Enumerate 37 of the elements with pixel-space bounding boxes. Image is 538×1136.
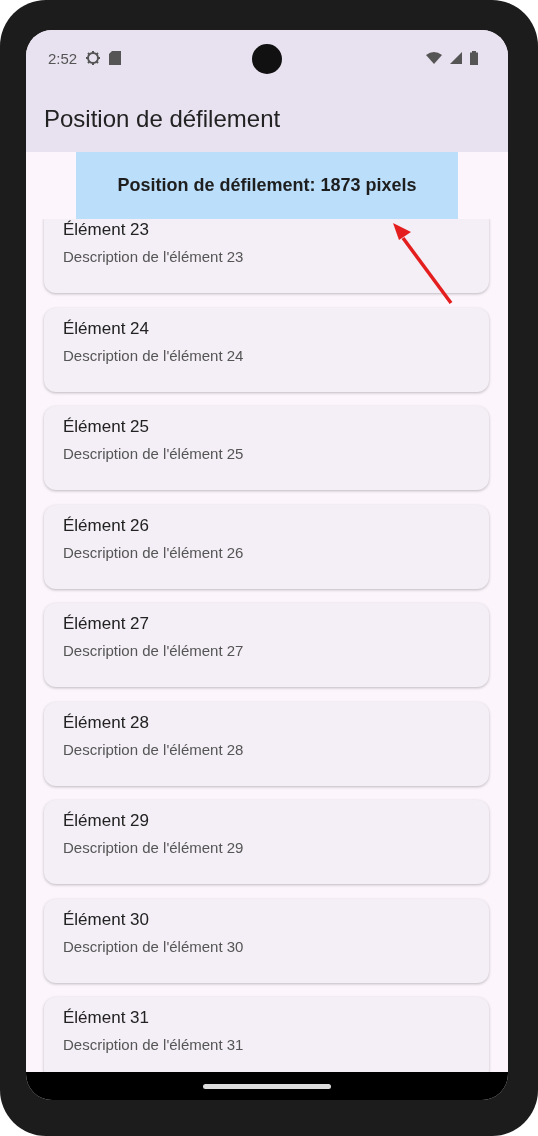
wifi-icon: [426, 52, 442, 64]
item-description: Description de l'élément 26: [63, 543, 245, 561]
item-description: Description de l'élément 23: [63, 248, 245, 265]
battery-icon: [470, 51, 478, 65]
list-card[interactable]: Élément 23 Description de l'élément 23: [44, 219, 489, 293]
list-card[interactable]: Élément 25 Description de l'élément 25: [44, 406, 489, 490]
home-indicator[interactable]: [203, 1083, 331, 1089]
item-description: Description de l'élément 28: [63, 740, 245, 758]
item-title: Élément 23: [63, 220, 150, 240]
item-title: Élément 30: [63, 909, 150, 930]
item-description: Description de l'élément 29: [63, 839, 245, 856]
signal-icon: [450, 52, 462, 64]
item-title: Élément 29: [63, 811, 150, 831]
list-card[interactable]: Élément 26 Description de l'élément 26: [44, 504, 489, 589]
item-description: Description de l'élément 31: [63, 1036, 245, 1053]
item-description: Description de l'élément 27: [63, 642, 245, 659]
item-title: Élément 24: [63, 318, 150, 339]
list-card[interactable]: Élément 27 Description de l'élément 27: [44, 603, 489, 687]
list-card[interactable]: Élément 24 Description de l'élément 24: [44, 307, 489, 392]
item-title: Élément 31: [63, 1008, 150, 1028]
list-card[interactable]: Élément 29 Description de l'élément 29: [44, 800, 489, 884]
item-description: Description de l'élément 30: [63, 937, 245, 955]
item-title: Élément 26: [63, 515, 150, 536]
list-card[interactable]: Élément 28 Description de l'élément 28: [44, 701, 489, 786]
item-title: Élément 28: [63, 712, 150, 733]
item-description: Description de l'élément 24: [63, 346, 245, 364]
item-description: Description de l'élément 25: [63, 445, 245, 462]
status-time: 2:52: [48, 49, 78, 67]
item-title: Élément 25: [63, 417, 150, 437]
item-title: Élément 27: [63, 614, 150, 634]
sd-card-icon: [109, 51, 122, 65]
gear-icon: [85, 50, 102, 66]
scroll-position-text: Position de défilement: 1873 pixels: [117, 175, 417, 196]
app-bar-title: Position de défilement: [44, 105, 281, 133]
list-card[interactable]: Élément 31 Description de l'élément 31: [44, 997, 489, 1072]
camera-icon: [252, 44, 282, 74]
list-card[interactable]: Élément 30 Description de l'élément 30: [44, 898, 489, 983]
